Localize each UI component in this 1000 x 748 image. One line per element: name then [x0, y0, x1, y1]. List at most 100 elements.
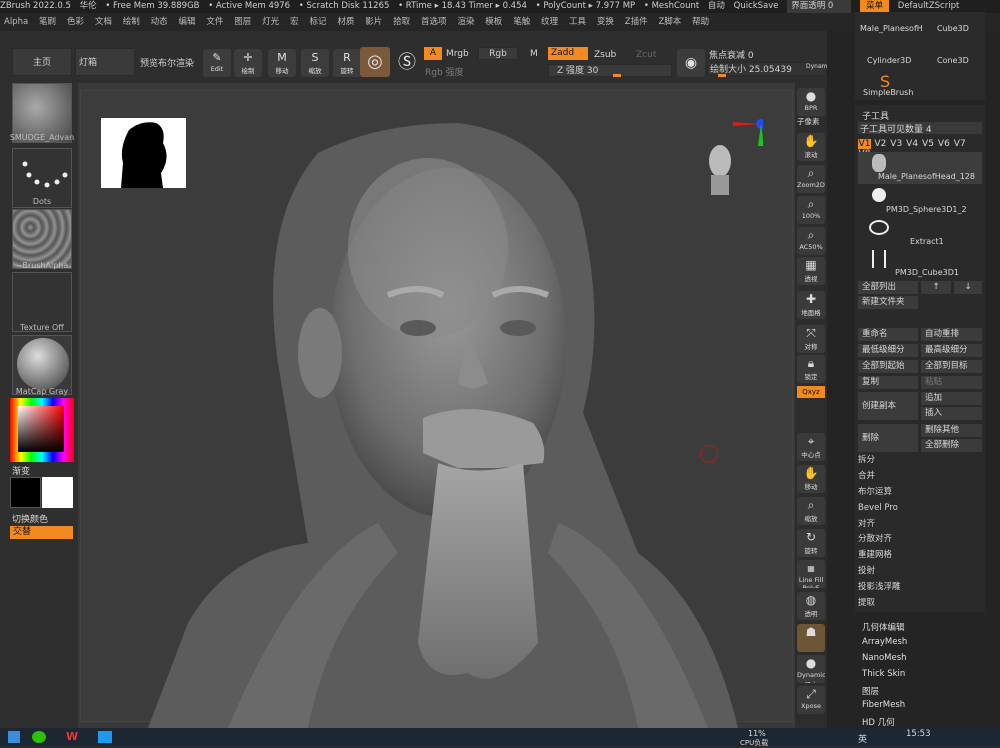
menu-preferences[interactable]: 首选项 [417, 13, 451, 31]
menu-brush[interactable]: 笔刷 [35, 13, 60, 31]
shelf-solo[interactable]: ●Dynamic 紧立 [797, 655, 825, 683]
shelf-zoom[interactable]: ⌕ 缩放 [797, 497, 825, 525]
rgb-intensity-slider[interactable]: Rgb 强度 [425, 65, 464, 78]
menu-color[interactable]: 色彩 [63, 13, 88, 31]
highest-subdiv-button[interactable]: 最高级细分 [921, 344, 982, 357]
insert-button[interactable]: 插入 [921, 407, 982, 420]
menu-help[interactable]: 帮助 [688, 13, 713, 31]
app-icon[interactable] [98, 731, 112, 743]
menu-file[interactable]: 文件 [202, 13, 227, 31]
create-copy-button[interactable]: 创建副本 [858, 392, 918, 420]
focal-button[interactable]: ◉ [677, 49, 705, 77]
focal-shift-slider[interactable]: 焦点衰减 0 [709, 48, 754, 61]
delete-all-button[interactable]: 全部删除 [921, 439, 982, 452]
tool-cone3d[interactable]: Cone3D [937, 56, 969, 65]
all-to-bottom-button[interactable]: 全部到目标 [921, 360, 982, 373]
menu-texture[interactable]: 纹理 [537, 13, 562, 31]
wps-icon[interactable]: W [66, 730, 82, 744]
shelf-xyz[interactable]: Qxyz [797, 386, 825, 398]
boolean-menu[interactable]: 布尔运算 [858, 485, 892, 500]
delete-other-button[interactable]: 删除其他 [921, 424, 982, 437]
shelf-subpixel[interactable]: 子像素 [797, 116, 820, 127]
zcut-toggle[interactable]: Zcut [636, 50, 656, 60]
list-all-button[interactable]: 全部列出 [858, 281, 918, 294]
menu-marker[interactable]: 标记 [305, 13, 330, 31]
shelf-transp[interactable]: ◍ 透明 [797, 592, 825, 620]
canvas-area[interactable] [78, 83, 795, 728]
ime-indicator[interactable]: 英 [858, 732, 867, 745]
auto-reorder-button[interactable]: 自动重排 [921, 328, 982, 341]
menu-render[interactable]: 渲染 [453, 13, 478, 31]
tool-male-planes[interactable]: Male_PlanesofH [860, 24, 923, 33]
tool-cylinder3d[interactable]: Cylinder3D [867, 56, 911, 65]
menu-movie[interactable]: 影片 [361, 13, 386, 31]
menu-macro[interactable]: 宏 [286, 13, 303, 31]
menu-dynamics[interactable]: 动态 [147, 13, 172, 31]
color-picker[interactable] [10, 398, 74, 462]
subtool-item-2[interactable]: PM3D_Sphere3D1_2 [886, 205, 967, 214]
shelf-xpose[interactable]: ⤢ Xpose [797, 686, 825, 714]
shelf-100[interactable]: ⌕ 100% [797, 196, 825, 224]
navigation-cube[interactable] [703, 133, 737, 203]
shelf-rotate[interactable]: ↻ 旋转 [797, 529, 825, 557]
append-button[interactable]: 追加 [921, 392, 982, 405]
split-menu[interactable]: 拆分 [858, 453, 875, 468]
fibermesh-menu[interactable]: FiberMesh [862, 700, 905, 710]
new-folder-button[interactable]: 新建文件夹 [858, 296, 918, 309]
z-intensity-handle[interactable] [613, 74, 621, 77]
subtool-header[interactable]: 子工具 [862, 109, 889, 122]
shelf-scroll[interactable]: ✋ 滚动 [797, 133, 825, 161]
menu-picker[interactable]: 拾取 [389, 13, 414, 31]
quicksave-button[interactable]: QuickSave [734, 0, 779, 13]
clock-time[interactable]: 15:53 [906, 729, 931, 739]
extract-menu[interactable]: 提取 [858, 596, 875, 611]
rotate-button[interactable]: R 旋转 [333, 49, 361, 77]
arraymesh-menu[interactable]: ArrayMesh [862, 637, 907, 647]
version-v6[interactable]: V6 [937, 139, 950, 149]
menu-document[interactable]: 文档 [91, 13, 116, 31]
mrgb-toggle[interactable]: Mrgb [446, 49, 469, 59]
draw-size-handle[interactable] [718, 74, 726, 77]
menu-edit[interactable]: 编辑 [175, 13, 200, 31]
shelf-floor[interactable]: ✚ 地面格 [797, 291, 825, 319]
paste-button[interactable]: 粘贴 [921, 376, 982, 389]
project-menu[interactable]: 投射 [858, 564, 875, 579]
subtool-visible-count[interactable]: 子工具可见数量 4 [858, 122, 982, 135]
bevel-pro-menu[interactable]: Bevel Pro [858, 501, 898, 516]
version-v1[interactable]: V1 [858, 139, 871, 149]
ui-transparency[interactable]: 界面透明 0 [787, 0, 852, 13]
rename-button[interactable]: 重命名 [858, 328, 918, 341]
shelf-move[interactable]: ✋ 移动 [797, 465, 825, 493]
menu-draw[interactable]: 绘制 [119, 13, 144, 31]
z-intensity-slider[interactable]: Z 强度 30 [548, 64, 672, 77]
tool-simplebrush[interactable]: SimpleBrush [863, 88, 913, 97]
menu-layer[interactable]: 图层 [230, 13, 255, 31]
menu-transform[interactable]: 变换 [593, 13, 618, 31]
layers-menu[interactable]: 图层 [862, 685, 879, 697]
duplicate-button[interactable]: 复制 [858, 376, 918, 389]
wechat-icon[interactable] [32, 731, 46, 743]
subtool-item-1[interactable]: Male_PlanesofHead_128 [858, 152, 982, 184]
tool-cube3d[interactable]: Cube3D [937, 24, 969, 33]
geometry-edit-menu[interactable]: 几何体编辑 [862, 621, 905, 633]
shelf-polyframe[interactable]: ▦ Line Fill PolyF [797, 560, 825, 588]
alternate-button[interactable]: 交替 [10, 526, 73, 539]
bpr-preview-button[interactable]: 预览布尔渲染 [140, 56, 194, 69]
all-to-top-button[interactable]: 全部到起始 [858, 360, 918, 373]
thick-skin-menu[interactable]: Thick Skin [862, 669, 905, 679]
lowest-subdiv-button[interactable]: 最低级细分 [858, 344, 918, 357]
alpha-thumbnail[interactable] [12, 209, 72, 269]
windows-start-icon[interactable] [8, 731, 20, 743]
menu-alpha[interactable]: Alpha [0, 13, 32, 31]
menu-zscript[interactable]: Z脚本 [654, 13, 685, 31]
menu-zplugin[interactable]: Z插件 [621, 13, 652, 31]
edit-button[interactable]: ✎ Edit [203, 49, 231, 77]
menu-stencil[interactable]: 模板 [481, 13, 506, 31]
shelf-bpr[interactable]: ● BPR [797, 88, 825, 116]
draw-button[interactable]: ✛ 绘制 [234, 49, 262, 77]
menu-material[interactable]: 材质 [333, 13, 358, 31]
version-v3[interactable]: V3 [890, 139, 903, 149]
lightbox-button[interactable]: 灯箱 [75, 48, 135, 76]
material-thumbnail[interactable] [12, 335, 72, 395]
switch-color-button[interactable]: 切换颜色 [12, 512, 48, 525]
